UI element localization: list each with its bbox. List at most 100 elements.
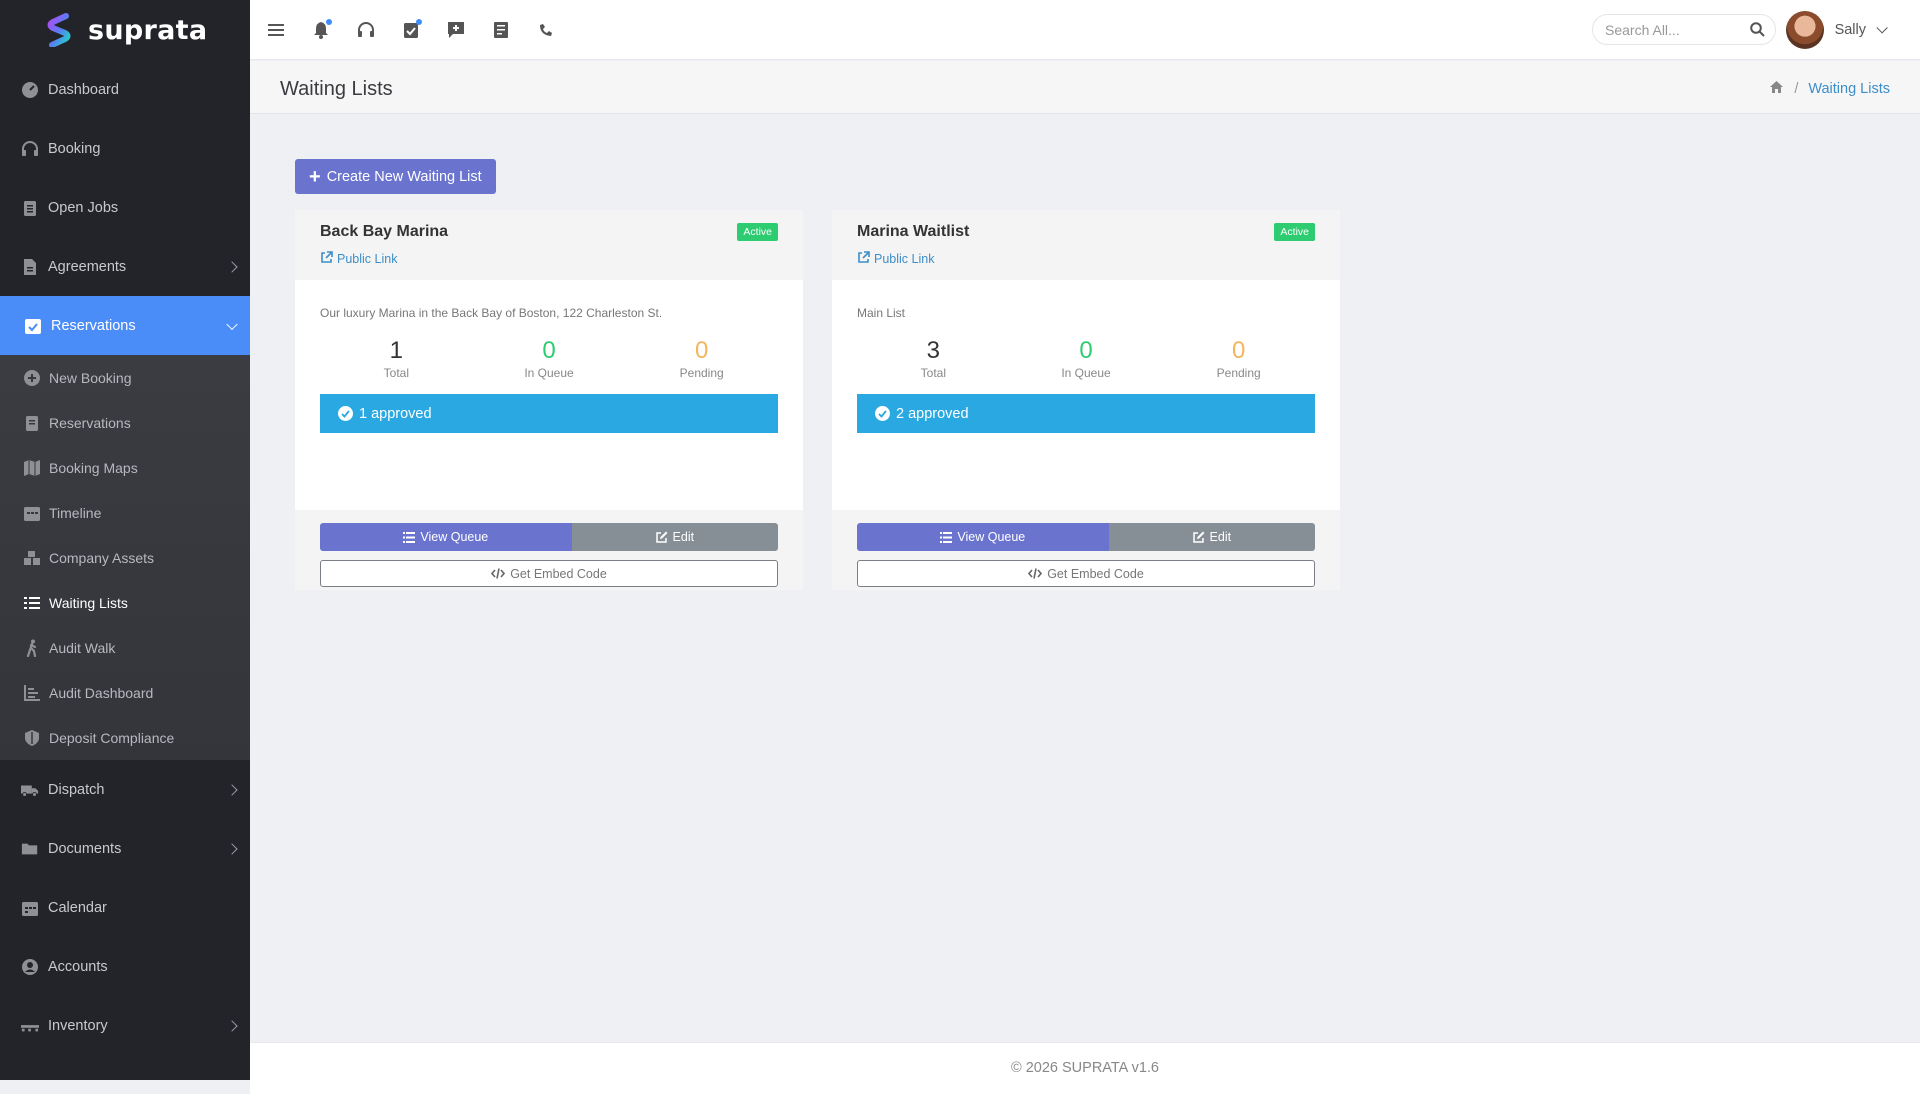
stat-in-queue-value: 0 [542, 337, 556, 364]
sidebar-item-dispatch[interactable]: Dispatch [0, 760, 250, 819]
public-link-label: Public Link [337, 252, 398, 266]
card-body: Main List 3 Total 0 In Queue 0 Pending 2… [832, 280, 1340, 510]
get-embed-code-button[interactable]: Get Embed Code [320, 560, 778, 587]
external-link-icon [320, 251, 333, 267]
user-circle-icon [21, 958, 39, 976]
sidebar-item-accounts[interactable]: Accounts [0, 937, 250, 996]
card-header: Back Bay Marina Active Public Link [295, 210, 803, 280]
brand-logo[interactable]: suprata [0, 0, 250, 60]
home-icon[interactable] [1769, 80, 1784, 98]
submenu-item-label: New Booking [49, 369, 132, 386]
chevron-down-icon [226, 318, 238, 330]
stat-pending-label: Pending [679, 366, 724, 380]
topbar: Sally [250, 0, 1920, 60]
edit-label: Edit [672, 530, 695, 544]
card-action-group: View Queue Edit [857, 523, 1315, 551]
phone-icon[interactable] [535, 19, 557, 41]
edit-label: Edit [1209, 530, 1232, 544]
sidebar-item-calendar[interactable]: Calendar [0, 878, 250, 937]
bell-icon[interactable] [310, 18, 332, 41]
view-queue-label: View Queue [957, 530, 1026, 544]
submenu-item-booking-maps[interactable]: Booking Maps [0, 445, 250, 490]
search-input[interactable] [1605, 21, 1745, 38]
external-link-icon [857, 251, 870, 267]
map-icon [23, 459, 41, 477]
waiting-list-card: Back Bay Marina Active Public Link Our l… [295, 210, 803, 590]
menu-toggle-icon[interactable] [265, 19, 287, 41]
card-header: Marina Waitlist Active Public Link [832, 210, 1340, 280]
folder-icon [21, 840, 39, 858]
sidebar-item-open-jobs[interactable]: Open Jobs [0, 178, 250, 237]
headset-icon[interactable] [355, 19, 377, 41]
user-name[interactable]: Sally [1835, 22, 1866, 38]
submenu-item-company-assets[interactable]: Company Assets [0, 535, 250, 580]
list-icon [403, 531, 416, 543]
code-icon [1028, 568, 1043, 579]
sidebar-item-inventory[interactable]: Inventory [0, 996, 250, 1055]
calendar-icon [23, 504, 41, 522]
waiting-list-card: Marina Waitlist Active Public Link Main … [832, 210, 1340, 590]
card-footer: View Queue Edit Get Embed Code [832, 510, 1340, 590]
sidebar-item-label: Documents [48, 840, 122, 857]
edit-icon [1192, 531, 1205, 543]
submenu-item-label: Booking Maps [49, 459, 138, 476]
edit-icon [655, 531, 668, 543]
create-waiting-list-button[interactable]: + Create New Waiting List [295, 159, 496, 194]
public-link[interactable]: Public Link [857, 251, 1315, 267]
sidebar-item-agreements[interactable]: Agreements [0, 237, 250, 296]
page-title: Waiting Lists [280, 78, 393, 100]
public-link[interactable]: Public Link [320, 251, 778, 267]
brand-name: suprata [88, 14, 208, 46]
submenu-item-waiting-lists[interactable]: Waiting Lists [0, 580, 250, 625]
sidebar-item-reservations[interactable]: Reservations [0, 296, 250, 355]
search-icon[interactable] [1750, 22, 1765, 42]
breadcrumb-current[interactable]: Waiting Lists [1808, 81, 1890, 97]
submenu-item-timeline[interactable]: Timeline [0, 490, 250, 535]
stat-in-queue: 0 In Queue [473, 337, 626, 380]
view-queue-label: View Queue [420, 530, 489, 544]
code-icon [491, 568, 506, 579]
get-embed-code-button[interactable]: Get Embed Code [857, 560, 1315, 587]
edit-button[interactable]: Edit [1108, 523, 1315, 551]
sidebar-item-documents[interactable]: Documents [0, 819, 250, 878]
task-check-icon[interactable] [400, 18, 422, 41]
stat-pending-value: 0 [695, 337, 709, 364]
status-badge: Active [737, 223, 778, 241]
embed-label: Get Embed Code [1047, 566, 1144, 581]
stat-total: 1 Total [320, 337, 473, 380]
card-title: Back Bay Marina [320, 223, 449, 240]
check-circle-icon [875, 406, 890, 421]
submenu-item-label: Waiting Lists [49, 594, 128, 611]
chat-plus-icon[interactable] [445, 19, 467, 41]
document-icon [21, 258, 39, 276]
submenu-item-label: Audit Dashboard [49, 684, 154, 701]
dashboard-icon [21, 81, 39, 99]
card-stats: 3 Total 0 In Queue 0 Pending [857, 337, 1315, 380]
submenu-item-new-booking[interactable]: New Booking [0, 355, 250, 400]
ledger-icon[interactable] [490, 19, 512, 41]
stat-in-queue-label: In Queue [1061, 366, 1111, 380]
page-header: Waiting Lists / Waiting Lists [250, 61, 1920, 114]
chevron-down-icon[interactable] [1876, 22, 1888, 34]
sidebar-item-label: Inventory [48, 1017, 108, 1034]
view-queue-button[interactable]: View Queue [857, 523, 1109, 551]
submenu-item-deposit-compliance[interactable]: Deposit Compliance [0, 715, 250, 760]
boxes-icon [23, 549, 41, 567]
submenu-item-audit-walk[interactable]: Audit Walk [0, 625, 250, 670]
avatar[interactable] [1785, 11, 1824, 49]
truck-icon [21, 781, 39, 799]
submenu-item-audit-dashboard[interactable]: Audit Dashboard [0, 670, 250, 715]
sidebar-item-booking[interactable]: Booking [0, 119, 250, 178]
embed-label: Get Embed Code [510, 566, 607, 581]
edit-button[interactable]: Edit [571, 523, 778, 551]
submenu-item-reservations[interactable]: Reservations [0, 400, 250, 445]
stat-total: 3 Total [857, 337, 1010, 380]
user-menu[interactable]: Sally [1785, 11, 1888, 49]
status-badge: Active [1274, 223, 1315, 241]
sidebar-item-dashboard[interactable]: Dashboard [0, 60, 250, 119]
card-footer: View Queue Edit Get Embed Code [295, 510, 803, 590]
headset-icon [21, 140, 39, 158]
check-circle-icon [338, 406, 353, 421]
chevron-right-icon [226, 260, 238, 273]
view-queue-button[interactable]: View Queue [320, 523, 572, 551]
